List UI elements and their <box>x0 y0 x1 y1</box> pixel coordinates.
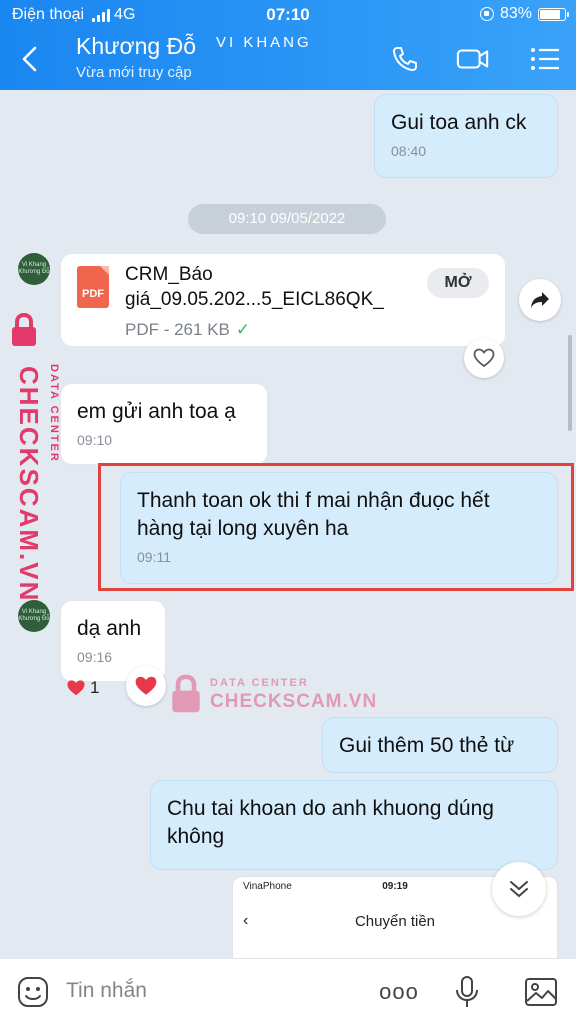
message-received[interactable]: em gửi anh toa ạ 09:10 <box>60 383 268 465</box>
menu-button[interactable] <box>528 44 562 74</box>
watermark-brand: CHECKSCAM.VN <box>14 366 44 603</box>
scroll-to-bottom-button[interactable] <box>492 862 546 916</box>
file-meta: PDF - 261 KB ✓ <box>125 320 251 339</box>
more-button[interactable]: ooo <box>379 973 419 1011</box>
watermark-horizontal: DATA CENTER CHECKSCAM.VN <box>170 673 376 717</box>
watermark-brand: CHECKSCAM.VN <box>210 691 378 712</box>
avatar-line: Vi Khang <box>21 609 47 615</box>
microphone-icon <box>456 976 478 1007</box>
status-right: 83% <box>479 5 569 23</box>
contact-tag: VI KHANG <box>216 34 312 51</box>
contact-name[interactable]: Khương Đỗ <box>76 33 196 60</box>
message-text: dạ anh <box>77 617 142 640</box>
preview-title: Chuyển tiền <box>354 913 436 930</box>
message-time: 08:40 <box>391 143 427 159</box>
avatar-line: Khương Đỗ <box>18 269 50 275</box>
message-time: 09:16 <box>77 649 113 665</box>
lock-watermark-icon <box>12 312 36 346</box>
avatar-line: Vi Khang <box>21 262 47 268</box>
message-input[interactable]: Tin nhắn <box>66 979 147 1003</box>
status-bar: Điện thoại 4G 07:10 83% <box>0 0 576 30</box>
file-name: CRM_Báo giá_09.05.202...5_EICL86QK_ <box>125 264 384 310</box>
watermark-label: DATA CENTER <box>48 364 60 463</box>
message-text: Chu tai khoan do anh khuong dúng không <box>167 797 494 848</box>
avatar-line: Khương Đỗ <box>18 616 50 622</box>
message-sent[interactable]: Chu tai khoan do anh khuong dúng không <box>150 780 558 870</box>
heart-icon <box>135 676 157 695</box>
pdf-file-icon: PDF <box>77 266 109 308</box>
react-button[interactable] <box>126 666 166 706</box>
watermark-vertical: CHECKSCAM.VN DATA CENTER <box>4 312 60 602</box>
contact-status: Vừa mới truy cập <box>76 64 192 81</box>
battery-icon <box>538 7 569 21</box>
chevron-down-icon <box>510 881 528 898</box>
heart-outline-icon <box>473 348 495 368</box>
battery-label: 83% <box>499 5 532 22</box>
image-icon <box>525 978 557 1006</box>
reaction-count: 1 <box>90 678 100 697</box>
back-icon <box>22 46 37 72</box>
call-button[interactable] <box>388 44 422 74</box>
message-text: em gửi anh toa ạ <box>77 400 236 423</box>
react-button[interactable] <box>464 338 504 378</box>
phone-icon <box>393 47 417 71</box>
avatar[interactable]: Vi Khang Khương Đỗ <box>18 600 50 632</box>
chat-area[interactable]: Gui toa anh ck 08:40 09:10 09/05/2022 Vi… <box>0 90 576 958</box>
share-arrow-icon <box>531 292 549 308</box>
message-text: Gui thêm 50 thẻ từ <box>339 734 515 757</box>
scrollbar[interactable] <box>568 335 572 431</box>
back-button[interactable] <box>16 44 46 74</box>
video-call-button[interactable] <box>456 44 490 74</box>
gallery-button[interactable] <box>522 973 560 1011</box>
highlight-box <box>98 463 574 591</box>
reaction-summary[interactable]: 1 <box>66 676 99 700</box>
more-icon: ooo <box>379 979 419 1004</box>
lock-watermark-icon <box>172 674 200 713</box>
sticker-icon <box>18 977 48 1007</box>
avatar[interactable]: Vi Khang Khương Đỗ <box>18 253 50 285</box>
share-button[interactable] <box>519 279 561 321</box>
menu-icon <box>531 48 559 70</box>
file-attachment[interactable]: PDF CRM_Báo giá_09.05.202...5_EICL86QK_ … <box>60 253 506 347</box>
chat-header: Điện thoại 4G 07:10 83% Khương Đỗ VI KHA… <box>0 0 576 90</box>
emoji-button[interactable] <box>14 973 52 1011</box>
message-time: 09:10 <box>77 432 113 448</box>
video-call-icon <box>456 49 489 69</box>
voice-button[interactable] <box>448 973 486 1011</box>
heart-icon <box>67 680 85 696</box>
date-divider: 09:10 09/05/2022 <box>188 204 386 234</box>
check-icon: ✓ <box>235 320 251 339</box>
message-sent[interactable]: Gui toa anh ck 08:40 <box>374 94 558 178</box>
message-input-bar: Tin nhắn ooo <box>0 958 576 1024</box>
message-text: Gui toa anh ck <box>391 111 527 134</box>
open-file-button[interactable]: MỞ <box>427 268 489 298</box>
rotation-lock-icon <box>479 7 494 21</box>
watermark-label: DATA CENTER <box>210 677 309 689</box>
message-sent[interactable]: Gui thêm 50 thẻ từ <box>322 717 558 773</box>
